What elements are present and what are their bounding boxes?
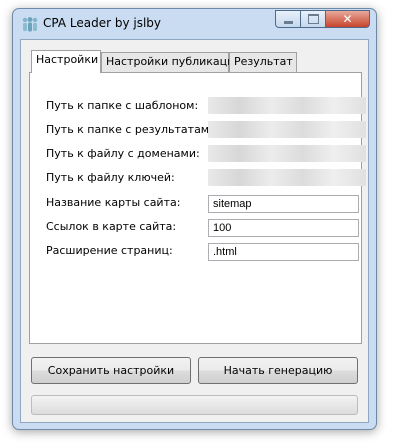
keys-file-field[interactable] [208,169,366,186]
start-generation-label: Начать генерацию [223,364,333,377]
tab-settings[interactable]: Настройки [31,50,101,73]
window-title: CPA Leader by jslby [43,16,162,30]
client-area: Настройки Настройки публикации Результат… [20,39,369,423]
tab-label: Результат [234,55,293,68]
sitemap-name-input[interactable] [208,195,359,213]
caption-buttons: ✕ [275,10,370,29]
tab-result[interactable]: Результат [229,52,297,72]
keys-file-label: Путь к файлу ключей: [46,171,175,184]
save-settings-label: Сохранить настройки [47,364,175,377]
results-folder-label: Путь к папке с результатами: [46,123,220,136]
sitemap-links-input[interactable] [208,219,359,237]
app-window: CPA Leader by jslby ✕ Настройки Настройк… [12,8,377,430]
close-button[interactable]: ✕ [326,10,370,28]
domains-file-label: Путь к файлу с доменами: [46,147,200,160]
page-extension-label: Расширение страниц: [46,244,173,257]
maximize-icon [307,14,319,24]
title-bar[interactable]: CPA Leader by jslby ✕ [13,9,376,39]
sitemap-name-label: Название карты сайта: [46,196,181,209]
settings-panel: Путь к папке с шаблоном: Путь к папке с … [29,72,366,344]
sitemap-links-label: Ссылок в карте сайта: [46,220,177,233]
people-icon [22,17,38,32]
results-folder-field[interactable] [208,121,366,138]
template-folder-field[interactable] [208,97,366,114]
tab-publication-settings[interactable]: Настройки публикации [101,52,241,72]
start-generation-button[interactable]: Начать генерацию [198,357,358,384]
page-extension-input[interactable] [208,243,359,261]
progress-bar [31,395,358,415]
template-folder-label: Путь к папке с шаблоном: [46,99,199,112]
minimize-button[interactable] [275,10,301,28]
save-settings-button[interactable]: Сохранить настройки [31,357,191,384]
close-icon: ✕ [342,12,353,26]
tab-label: Настройки [36,53,99,66]
maximize-button[interactable] [301,10,326,28]
minimize-icon [283,20,293,24]
tab-label: Настройки публикации [106,55,242,68]
domains-file-field[interactable] [208,145,366,162]
